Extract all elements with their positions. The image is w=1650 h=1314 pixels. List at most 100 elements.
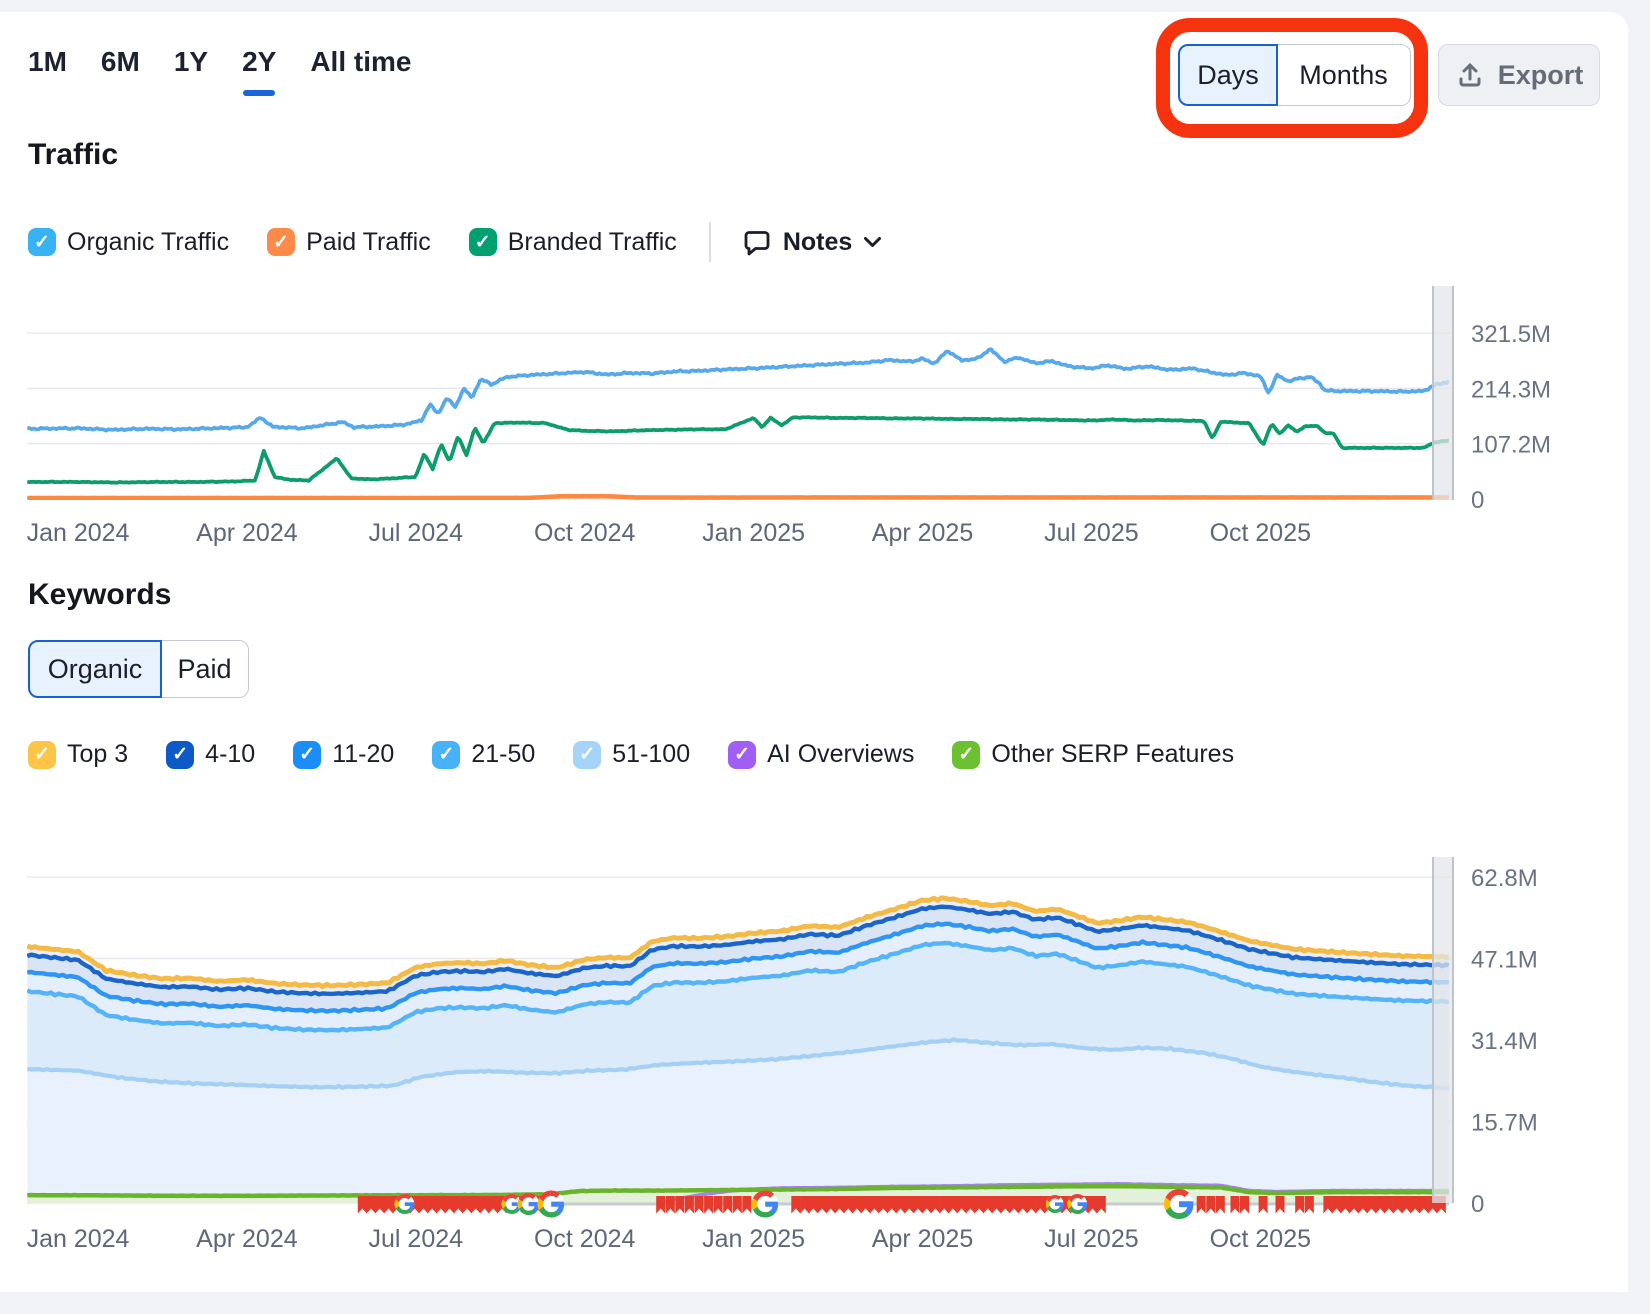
google-update-flag[interactable]: [1384, 1196, 1393, 1214]
google-logo-icon[interactable]: [1164, 1189, 1194, 1219]
google-update-flag[interactable]: [723, 1196, 732, 1214]
tab-all-time[interactable]: All time: [310, 46, 411, 88]
google-update-flag[interactable]: [367, 1196, 376, 1214]
google-update-flag[interactable]: [1216, 1196, 1225, 1214]
google-logo-icon[interactable]: [518, 1193, 540, 1215]
google-update-flag[interactable]: [1367, 1196, 1376, 1214]
google-update-flag[interactable]: [1231, 1196, 1240, 1214]
checkbox-11-20[interactable]: [293, 741, 321, 769]
checkbox-paid-traffic[interactable]: [267, 228, 295, 256]
granularity-months[interactable]: Months: [1277, 44, 1411, 106]
checkbox-4-10[interactable]: [166, 741, 194, 769]
google-update-flag[interactable]: [791, 1196, 800, 1214]
checkbox-21-50[interactable]: [432, 741, 460, 769]
google-logo-icon[interactable]: [752, 1190, 779, 1217]
google-update-flag[interactable]: [1010, 1196, 1019, 1214]
google-update-flag[interactable]: [922, 1196, 931, 1214]
keywords-chart[interactable]: 62.8M47.1M31.4M15.7M0Jan 2024Apr 2024Jul…: [0, 855, 1650, 1260]
google-update-flag[interactable]: [463, 1196, 472, 1214]
google-update-flag[interactable]: [1295, 1196, 1304, 1214]
checkbox-51-100[interactable]: [573, 741, 601, 769]
google-update-flag[interactable]: [445, 1196, 454, 1214]
tab-6m[interactable]: 6M: [101, 46, 140, 88]
export-button[interactable]: Export: [1438, 44, 1600, 106]
google-update-flag[interactable]: [384, 1196, 393, 1214]
google-update-flag[interactable]: [931, 1196, 940, 1214]
checkbox-branded-traffic[interactable]: [469, 228, 497, 256]
google-update-flag[interactable]: [489, 1196, 498, 1214]
legend-paid-traffic[interactable]: Paid Traffic: [267, 228, 431, 257]
tab-1y[interactable]: 1Y: [174, 46, 208, 88]
google-update-flag[interactable]: [1036, 1196, 1045, 1214]
google-update-flag[interactable]: [896, 1196, 905, 1214]
google-update-flag[interactable]: [1393, 1196, 1402, 1214]
google-update-flag[interactable]: [742, 1196, 751, 1214]
google-update-flag[interactable]: [1358, 1196, 1367, 1214]
checkbox-other-serp-features[interactable]: [952, 741, 980, 769]
google-update-flag[interactable]: [358, 1196, 367, 1214]
google-update-flag[interactable]: [879, 1196, 888, 1214]
google-update-flag[interactable]: [914, 1196, 923, 1214]
legend-4-10[interactable]: 4-10: [166, 740, 255, 769]
google-update-flag[interactable]: [940, 1196, 949, 1214]
checkbox-organic-traffic[interactable]: [28, 228, 56, 256]
checkbox-ai-overviews[interactable]: [728, 741, 756, 769]
google-update-flag[interactable]: [1088, 1196, 1097, 1214]
google-update-flag[interactable]: [1402, 1196, 1411, 1214]
granularity-days[interactable]: Days: [1178, 44, 1278, 106]
google-update-flag[interactable]: [1332, 1196, 1341, 1214]
keywords-toggle-paid[interactable]: Paid: [161, 640, 249, 698]
legend-branded-traffic[interactable]: Branded Traffic: [469, 228, 677, 257]
tab-2y[interactable]: 2Y: [242, 46, 276, 88]
checkbox-top-3[interactable]: [28, 741, 56, 769]
chart-drag-handle[interactable]: [1433, 286, 1453, 500]
google-update-flag[interactable]: [1276, 1196, 1285, 1214]
google-update-flag[interactable]: [844, 1196, 853, 1214]
google-update-flag[interactable]: [436, 1196, 445, 1214]
google-update-flag[interactable]: [1097, 1196, 1106, 1214]
google-update-flag[interactable]: [948, 1196, 957, 1214]
google-update-flag[interactable]: [826, 1196, 835, 1214]
google-update-flag[interactable]: [1001, 1196, 1010, 1214]
google-update-flag[interactable]: [852, 1196, 861, 1214]
google-logo-icon[interactable]: [1067, 1194, 1087, 1214]
google-update-flag[interactable]: [1018, 1196, 1027, 1214]
google-update-flag[interactable]: [675, 1196, 684, 1214]
google-update-flag[interactable]: [1027, 1196, 1036, 1214]
legend-11-20[interactable]: 11-20: [293, 740, 394, 769]
legend-51-100[interactable]: 51-100: [573, 740, 690, 769]
notes-dropdown[interactable]: Notes: [743, 228, 881, 257]
google-update-flag[interactable]: [1305, 1196, 1314, 1214]
google-update-flag[interactable]: [1206, 1196, 1215, 1214]
google-update-flag[interactable]: [1240, 1196, 1249, 1214]
google-update-flag[interactable]: [1376, 1196, 1385, 1214]
google-update-flag[interactable]: [454, 1196, 463, 1214]
google-update-flag[interactable]: [905, 1196, 914, 1214]
google-update-flag[interactable]: [1411, 1196, 1420, 1214]
google-logo-icon[interactable]: [395, 1194, 415, 1214]
google-update-flag[interactable]: [887, 1196, 896, 1214]
google-logo-icon[interactable]: [538, 1190, 565, 1217]
google-update-flag[interactable]: [480, 1196, 489, 1214]
keywords-plot-area[interactable]: [27, 898, 1449, 1203]
google-update-flag[interactable]: [375, 1196, 384, 1214]
keywords-toggle-organic[interactable]: Organic: [28, 640, 162, 698]
chart-drag-handle[interactable]: [1433, 857, 1453, 1203]
traffic-plot-area[interactable]: [27, 349, 1449, 498]
google-update-flag[interactable]: [1419, 1196, 1428, 1214]
google-update-flag[interactable]: [818, 1196, 827, 1214]
google-update-flag[interactable]: [733, 1196, 742, 1214]
legend-top-3[interactable]: Top 3: [28, 740, 128, 769]
google-logo-icon[interactable]: [1046, 1195, 1064, 1213]
google-update-flag[interactable]: [428, 1196, 437, 1214]
legend-other-serp-features[interactable]: Other SERP Features: [952, 740, 1234, 769]
google-update-flag[interactable]: [666, 1196, 675, 1214]
google-update-flag[interactable]: [809, 1196, 818, 1214]
google-update-flag[interactable]: [1341, 1196, 1350, 1214]
google-update-flag[interactable]: [800, 1196, 809, 1214]
google-update-flag[interactable]: [966, 1196, 975, 1214]
google-update-flag[interactable]: [471, 1196, 480, 1214]
google-update-flag[interactable]: [685, 1196, 694, 1214]
google-update-flag[interactable]: [1323, 1196, 1332, 1214]
google-update-flag[interactable]: [704, 1196, 713, 1214]
